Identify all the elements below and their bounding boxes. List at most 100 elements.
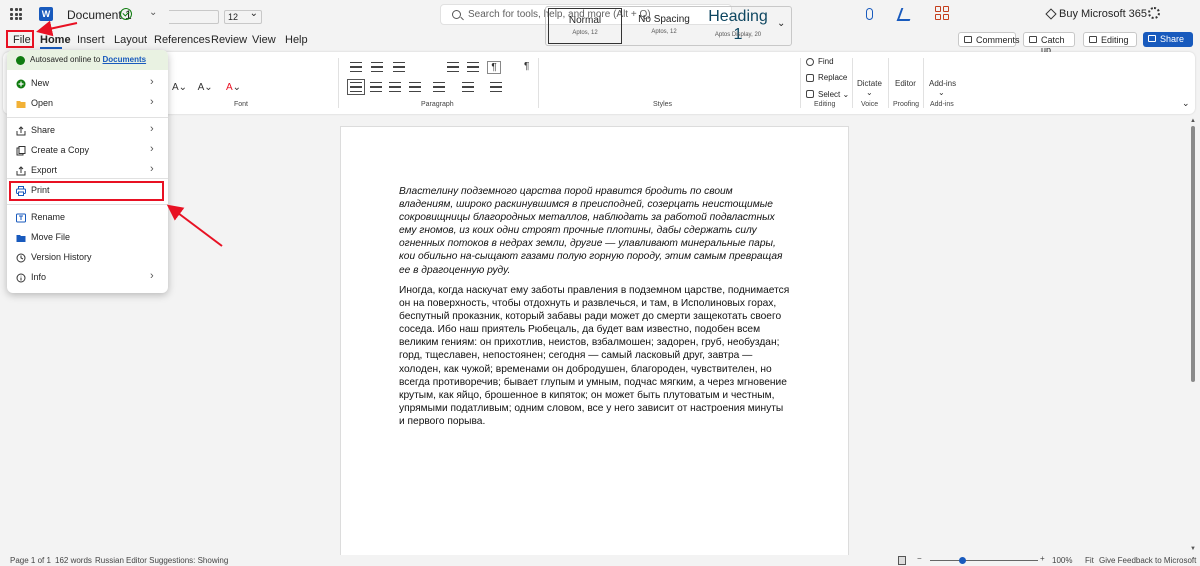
chevron-right-icon: › [150, 143, 154, 155]
zoom-out-icon[interactable]: − [917, 554, 922, 563]
find-button[interactable]: Find [818, 57, 834, 66]
feedback-link[interactable]: Give Feedback to Microsoft [1099, 556, 1196, 565]
document-paragraph-2[interactable]: Иногда, когда наскучат ему заботы правле… [399, 284, 791, 428]
menu-label-new: New [31, 78, 50, 88]
align-center-icon[interactable] [370, 82, 382, 92]
style-heading-1-sub: Aptos Display, 20 [714, 32, 762, 38]
export-icon [16, 166, 26, 176]
tab-view[interactable]: View [252, 34, 276, 46]
font-name-box[interactable] [169, 10, 219, 24]
comments-button[interactable]: Comments [958, 32, 1020, 47]
tab-insert[interactable]: Insert [77, 34, 105, 46]
replace-icon [806, 74, 814, 82]
font-format-row[interactable]: A⌄ A⌄ A⌄ [172, 82, 241, 93]
menu-item-new[interactable]: New › [7, 75, 168, 93]
microphone-icon [866, 8, 873, 20]
menu-item-create-copy[interactable]: Create a Copy › [7, 142, 168, 160]
share-button[interactable]: Share [1143, 32, 1193, 47]
page-view-icon[interactable] [898, 556, 906, 565]
styles-group-label: Styles [653, 101, 673, 108]
replace-button[interactable]: Replace [818, 73, 847, 82]
menu-label-move-file: Move File [31, 232, 71, 242]
ltr-direction-icon[interactable]: ¶ [487, 61, 501, 74]
language-status[interactable]: Russian [95, 556, 124, 565]
font-color-icon[interactable]: A [226, 82, 233, 93]
gear-icon[interactable] [1148, 7, 1160, 19]
buy-label: Buy Microsoft 365 [1059, 8, 1148, 20]
diamond-icon [1045, 8, 1057, 20]
tab-home[interactable]: Home [40, 34, 71, 46]
addins-chevron-icon[interactable]: ⌄ [938, 88, 945, 97]
editor-suggestions-status[interactable]: Editor Suggestions: Showing [126, 556, 228, 565]
zoom-slider-thumb[interactable] [959, 557, 966, 564]
catch-up-button[interactable]: Catch up [1023, 32, 1075, 55]
show-marks-icon[interactable]: ¶ [524, 61, 529, 72]
align-left-icon[interactable] [347, 79, 365, 95]
document-paragraph-1[interactable]: Властелину подземного царства порой нрав… [399, 185, 789, 277]
menu-divider [7, 178, 168, 179]
autosave-banner: Autosaved online to Documents [7, 50, 168, 70]
ribbon-divider [338, 58, 339, 108]
justify-icon[interactable] [409, 82, 421, 92]
menu-label-export: Export [31, 165, 58, 175]
editing-mode-button[interactable]: Editing [1083, 32, 1137, 47]
dictate-button[interactable]: Dictate [857, 79, 882, 88]
menu-item-move-file[interactable]: Move File [7, 229, 168, 247]
decrease-indent-icon[interactable] [447, 62, 459, 72]
style-normal[interactable]: Normal Aptos, 12 [548, 8, 622, 44]
align-right-icon[interactable] [389, 82, 401, 92]
styles-more-icon[interactable]: ⌄ [777, 18, 785, 29]
ribbon-divider [852, 58, 853, 108]
menu-divider [7, 204, 168, 205]
scroll-down-icon[interactable]: ▼ [1190, 546, 1196, 552]
menu-item-open[interactable]: Open › [7, 95, 168, 113]
app-launcher-icon[interactable] [10, 8, 22, 20]
bullets-icon[interactable] [350, 62, 362, 72]
page-count[interactable]: Page 1 of 1 [10, 556, 51, 565]
scroll-up-icon[interactable]: ▲ [1190, 118, 1196, 124]
numbering-icon[interactable] [371, 62, 383, 72]
line-spacing-icon[interactable] [433, 82, 445, 92]
collapse-ribbon-icon[interactable]: ⌄ [1182, 98, 1190, 109]
ribbon-divider [800, 58, 801, 108]
style-no-spacing[interactable]: No Spacing Aptos, 12 [632, 8, 696, 44]
tab-references[interactable]: References [154, 34, 210, 46]
style-no-spacing-title: No Spacing [638, 14, 690, 25]
chevron-right-icon: › [150, 123, 154, 135]
font-group-label: Font [234, 101, 249, 108]
tab-review[interactable]: Review [211, 34, 247, 46]
menu-item-share[interactable]: Share › [7, 122, 168, 140]
chevron-right-icon: › [150, 96, 154, 108]
addins-button[interactable]: Add-ins [929, 79, 956, 88]
find-icon [806, 58, 814, 66]
style-no-spacing-sub: Aptos, 12 [651, 29, 677, 35]
word-count[interactable]: 162 words [55, 556, 92, 565]
borders-icon[interactable] [490, 82, 502, 92]
vertical-scrollbar[interactable] [1191, 126, 1195, 382]
tab-layout[interactable]: Layout [114, 34, 147, 46]
documents-link[interactable]: Documents [103, 55, 147, 64]
multilevel-list-icon[interactable] [393, 62, 405, 72]
zoom-in-icon[interactable]: + [1040, 554, 1045, 563]
select-button[interactable]: Select ⌄ [818, 90, 849, 99]
font-size-box[interactable]: 12 [224, 8, 262, 24]
increase-indent-icon[interactable] [467, 62, 479, 72]
menu-item-rename[interactable]: Rename [7, 209, 168, 227]
addins-icon [935, 6, 949, 20]
tab-help[interactable]: Help [285, 34, 308, 46]
menu-item-version-history[interactable]: Version History [7, 249, 168, 267]
editor-button[interactable]: Editor [895, 79, 916, 88]
dictate-chevron-icon[interactable]: ⌄ [866, 88, 873, 97]
chevron-down-icon[interactable]: ⌄ [149, 7, 157, 18]
zoom-slider[interactable] [930, 560, 1038, 561]
copy-icon [16, 146, 26, 156]
search-icon [452, 10, 461, 19]
menu-item-info[interactable]: Info › [7, 269, 168, 287]
shading-icon[interactable] [462, 82, 474, 92]
share-icon [1148, 35, 1156, 42]
autosave-text: Autosaved online to Documents [30, 55, 146, 64]
fit-button[interactable]: Fit [1085, 556, 1094, 565]
style-heading-1[interactable]: Heading 1 Aptos Display, 20 [702, 8, 774, 44]
status-bar: Page 1 of 1 162 words Russian Editor Sug… [0, 554, 1200, 566]
zoom-level[interactable]: 100% [1052, 556, 1072, 565]
